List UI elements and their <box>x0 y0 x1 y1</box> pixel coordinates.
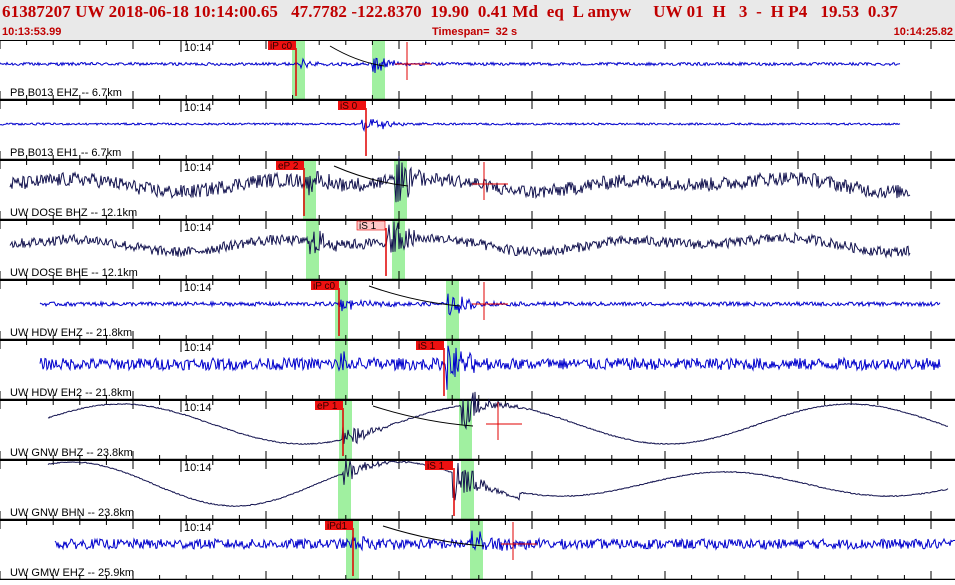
channel-row[interactable]: 10:14 iPd1 UW GMW EHZ -- 25.9km <box>0 520 955 581</box>
station-channel-label: PB B013 EH1 -- 6.7km <box>10 147 121 159</box>
channel-row[interactable]: 10:14 iP c0 PB B013 EHZ -- 6.7km <box>0 40 955 101</box>
station-channel-label: UW GMW EHZ -- 25.9km <box>10 567 134 579</box>
timespan-readout: Timespan= 32 s <box>432 26 518 38</box>
station-channel-label: PB B013 EHZ -- 6.7km <box>10 87 122 99</box>
channel-row[interactable]: 10:14 iS 1 UW GNW BHN -- 23.8km <box>0 459 955 521</box>
channel-row[interactable]: 10:14 iP c0 UW HDW EHZ -- 21.8km <box>0 280 955 341</box>
waveform-trace <box>9 156 911 203</box>
trace-time-label: 10:14 <box>184 102 212 114</box>
trace-time-label: 10:14 <box>184 222 212 234</box>
waveform-trace <box>0 119 901 133</box>
s-window-marker <box>372 40 385 100</box>
trace-time-label: 10:14 <box>184 522 212 534</box>
station-channel-label: UW GNW BHN -- 23.8km <box>10 507 134 519</box>
channel-row[interactable]: 10:14 eP 2 UW DOSE BHZ -- 12.1km <box>0 156 955 221</box>
coda-duration-curve <box>382 525 485 547</box>
phase-pick-label: iS 1 <box>418 341 436 352</box>
trace-time-label: 10:14 <box>184 342 212 354</box>
event-header: 61387207 UW 2018-06-18 10:14:00.65 47.77… <box>0 0 955 40</box>
trace-time-label: 10:14 <box>184 42 212 54</box>
station-channel-label: UW GNW BHZ -- 23.8km <box>10 447 133 459</box>
phase-pick-label: iP c0 <box>270 41 292 52</box>
waveform-trace <box>0 57 901 74</box>
phase-pick-label: iS 1 <box>359 221 377 232</box>
phase-pick-label: iPd1 <box>327 521 347 532</box>
channel-row[interactable]: 10:14 iS 1 UW DOSE BHE -- 12.1km <box>0 220 955 281</box>
trace-time-label: 10:14 <box>184 162 212 174</box>
station-channel-label: UW HDW EH2 -- 21.8km <box>10 387 132 399</box>
seismogram-panel[interactable]: 10:14 iP c0 PB B013 EHZ -- 6.7km 10:14 iS 0 P… <box>0 40 955 581</box>
waveform-trace <box>39 345 941 390</box>
window-end-time: 10:14:25.82 <box>893 26 953 38</box>
phase-pick-label: iP c0 <box>313 281 335 292</box>
channel-row[interactable]: 10:14 eP 1 UW GNW BHZ -- 23.8km <box>0 391 955 461</box>
trace-time-label: 10:14 <box>184 282 212 294</box>
station-channel-label: UW HDW EHZ -- 21.8km <box>10 327 132 339</box>
trace-time-label: 10:14 <box>184 462 212 474</box>
station-channel-label: UW DOSE BHZ -- 12.1km <box>10 207 137 219</box>
event-summary-title: 61387207 UW 2018-06-18 10:14:00.65 47.77… <box>2 2 899 21</box>
s-window-marker <box>470 520 483 580</box>
channel-row[interactable]: 10:14 iS 1 UW HDW EH2 -- 21.8km <box>0 340 955 401</box>
p-window-marker <box>335 340 348 400</box>
coda-duration-curve <box>372 405 474 427</box>
phase-pick-label: eP 1 <box>317 401 338 412</box>
station-channel-label: UW DOSE BHE -- 12.1km <box>10 267 138 279</box>
s-window-marker <box>446 280 459 340</box>
phase-pick-label: iS 1 <box>427 461 445 472</box>
phase-pick-label: eP 2 <box>278 161 299 172</box>
waveform-trace <box>9 221 911 259</box>
phase-pick-label: iS 0 <box>340 101 358 112</box>
channel-row[interactable]: 10:14 iS 0 PB B013 EH1 -- 6.7km <box>0 100 955 161</box>
window-start-time: 10:13:53.99 <box>2 26 62 38</box>
trace-time-label: 10:14 <box>184 402 212 414</box>
waveform-trace <box>47 459 949 508</box>
seismogram-canvas[interactable]: 10:14 iP c0 PB B013 EHZ -- 6.7km 10:14 iS 0 P… <box>0 40 955 581</box>
